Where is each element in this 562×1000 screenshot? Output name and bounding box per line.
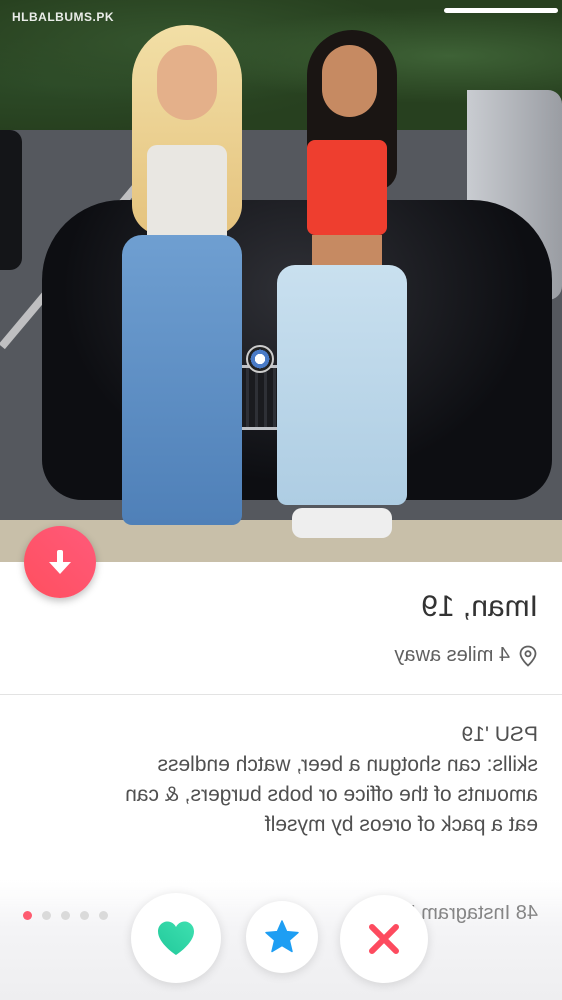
- nope-button[interactable]: [340, 895, 428, 983]
- collapse-profile-button[interactable]: [24, 526, 96, 598]
- photo-pagination-dots: [23, 911, 108, 920]
- person-top: [147, 145, 227, 245]
- photo-person-blonde: [112, 25, 262, 535]
- x-icon: [369, 924, 399, 954]
- bio-line: amounts of the office or bobs burgers, &…: [125, 783, 538, 806]
- photo-background-car: [0, 130, 22, 270]
- status-bar: HLBALBUMS.PK: [0, 0, 562, 26]
- person-midriff: [312, 235, 382, 265]
- pagination-dot[interactable]: [61, 911, 70, 920]
- distance-text: 4 miles away: [394, 644, 510, 666]
- pagination-dot[interactable]: [80, 911, 89, 920]
- person-jeans: [277, 265, 407, 505]
- profile-photo[interactable]: HLBALBUMS.PK: [0, 0, 562, 562]
- profile-name: Iman, 19: [421, 590, 538, 623]
- profile-bio: PSU '19 skills: can shotgun a beer, watc…: [38, 720, 538, 840]
- status-indicator-pill: [444, 8, 558, 13]
- bio-line: skills: can shotgun a beer, watch endles…: [157, 753, 538, 776]
- pagination-dot[interactable]: [42, 911, 51, 920]
- super-like-button[interactable]: [246, 901, 318, 973]
- person-face: [322, 45, 377, 117]
- location-pin-icon: [519, 645, 537, 667]
- profile-distance: 4 miles away: [394, 644, 538, 667]
- person-top: [307, 140, 387, 235]
- section-divider: [0, 694, 562, 695]
- like-button[interactable]: [131, 893, 221, 983]
- heart-icon: [158, 921, 194, 955]
- pagination-dot-active[interactable]: [23, 911, 32, 920]
- pagination-dot[interactable]: [99, 911, 108, 920]
- profile-screen: HLBALBUMS.PK Iman, 19 4 miles away PSU '…: [0, 0, 562, 1000]
- watermark-text: HLBALBUMS.PK: [12, 10, 114, 24]
- star-icon: [265, 920, 299, 953]
- bio-line: PSU '19: [461, 723, 538, 746]
- down-arrow-icon: [49, 550, 71, 574]
- bio-line: eat a pack of oreos by myself: [264, 813, 538, 836]
- person-jeans: [122, 235, 242, 525]
- person-shoes: [292, 508, 392, 538]
- person-face: [157, 45, 217, 120]
- photo-person-brunette: [272, 30, 432, 560]
